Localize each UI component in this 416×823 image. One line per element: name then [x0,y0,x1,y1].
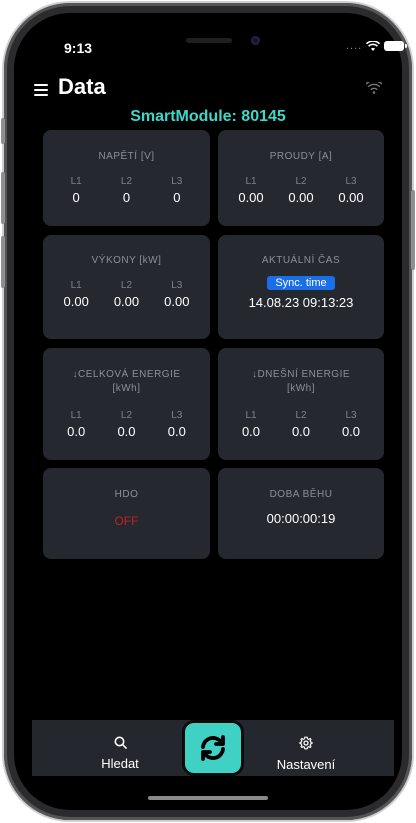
today-energy-title: ↓DNEŠNÍ ENERGIE [251,369,351,380]
speaker [186,38,232,43]
voltage-l3-value: 0 [173,190,181,205]
today-energy-l1-value: 0.0 [241,424,261,439]
sync-time-button[interactable]: Sync. time [267,276,335,290]
current-title: PROUDY [A] [269,151,333,162]
battery-icon [384,41,408,51]
total-energy-title: ↓CELKOVÁ ENERGIE [72,369,181,380]
current-l3-value: 0.00 [338,190,364,205]
total-energy-phases: L1 0.0 L2 0.0 L3 0.0 [43,410,210,439]
front-camera [251,36,260,45]
phase-label: L2 [295,410,307,421]
total-energy-card: ↓CELKOVÁ ENERGIE [kWh] L1 0.0 L2 0.0 L3 0.0 [43,348,210,460]
voltage-l2-value: 0 [122,190,131,205]
runtime-card: DOBA BĚHU 00:00:00:19 [218,468,384,559]
tab-search-label: Hledat [101,756,139,771]
module-name: SmartModule: 80145 [130,108,286,125]
total-energy-l2-value: 0.0 [117,424,136,439]
today-energy-l2-value: 0.0 [291,424,311,439]
today-energy-phases: L1 0.0 L2 0.0 L3 0.0 [218,410,384,439]
side-button-volume-up [1,172,5,224]
power-l1-value: 0.00 [63,294,89,309]
runtime-value: 00:00:00:19 [266,511,336,526]
voltage-phases: L1 0 L2 0 L3 0 [43,176,210,205]
phase-label: L3 [345,410,357,421]
tab-search[interactable]: Hledat [92,736,148,771]
current-card: PROUDY [A] L1 0.00 L2 0.00 L3 0.00 [218,130,384,226]
phase-label: L3 [171,176,183,187]
refresh-button[interactable] [182,720,244,776]
power-title: VÝKONY [kW] [91,255,162,266]
phase-label: L2 [120,176,133,187]
status-icons: .... [346,40,408,52]
wifi-status-icon [366,40,381,51]
current-phases: L1 0.00 L2 0.00 L3 0.00 [218,176,384,205]
tab-settings-label: Nastavení [276,757,336,772]
total-energy-unit: [kWh] [112,383,141,394]
today-energy-l3-value: 0.0 [341,424,361,439]
menu-icon[interactable] [34,84,48,96]
power-l2-value: 0.00 [113,294,140,309]
power-l3-value: 0.00 [164,294,190,309]
wifi-icon [366,82,382,94]
phase-label: L2 [120,410,133,421]
phase-label: L1 [70,410,82,421]
today-energy-card: ↓DNEŠNÍ ENERGIE [kWh] L1 0.0 L2 0.0 L3 0.0 [218,348,384,460]
refresh-icon [201,735,225,761]
signal-dots-icon: .... [346,40,363,52]
current-time-card: AKTUÁLNÍ ČAS Sync. time 14.08.23 09:13:2… [218,235,384,339]
phase-label: L1 [245,176,257,187]
home-indicator[interactable] [148,796,268,800]
phase-label: L3 [171,410,183,421]
phase-label: L2 [295,176,307,187]
phase-label: L1 [70,176,82,187]
power-card: VÝKONY [kW] L1 0.00 L2 0.00 L3 0.00 [43,235,210,339]
phase-label: L1 [70,280,82,291]
gear-icon [299,736,313,750]
status-time: 9:13 [64,40,93,56]
total-energy-l1-value: 0.0 [67,424,86,439]
side-button-volume-down [1,236,5,288]
phase-label: L2 [120,280,133,291]
hdo-title: HDO [114,489,139,500]
total-energy-l3-value: 0.0 [167,424,186,439]
voltage-l1-value: 0 [72,190,80,205]
voltage-card: NAPĚTÍ [V] L1 0 L2 0 L3 0 [43,130,210,226]
hdo-status: OFF [114,514,139,528]
phase-label: L1 [245,410,257,421]
power-phases: L1 0.00 L2 0.00 L3 0.00 [43,280,210,309]
runtime-title: DOBA BĚHU [269,489,333,500]
today-energy-unit: [kWh] [286,383,316,394]
phase-label: L3 [345,176,357,187]
tab-settings[interactable]: Nastavení [270,736,342,772]
current-time-title: AKTUÁLNÍ ČAS [261,255,341,266]
voltage-title: NAPĚTÍ [V] [98,151,155,162]
page-title: Data [58,74,106,99]
hdo-card: HDO OFF [43,468,210,559]
search-icon [114,736,127,749]
phase-label: L3 [171,280,183,291]
current-l1-value: 0.00 [238,190,264,205]
side-button-power [411,190,415,270]
current-time-value: 14.08.23 09:13:23 [248,295,354,310]
current-l2-value: 0.00 [288,190,314,205]
